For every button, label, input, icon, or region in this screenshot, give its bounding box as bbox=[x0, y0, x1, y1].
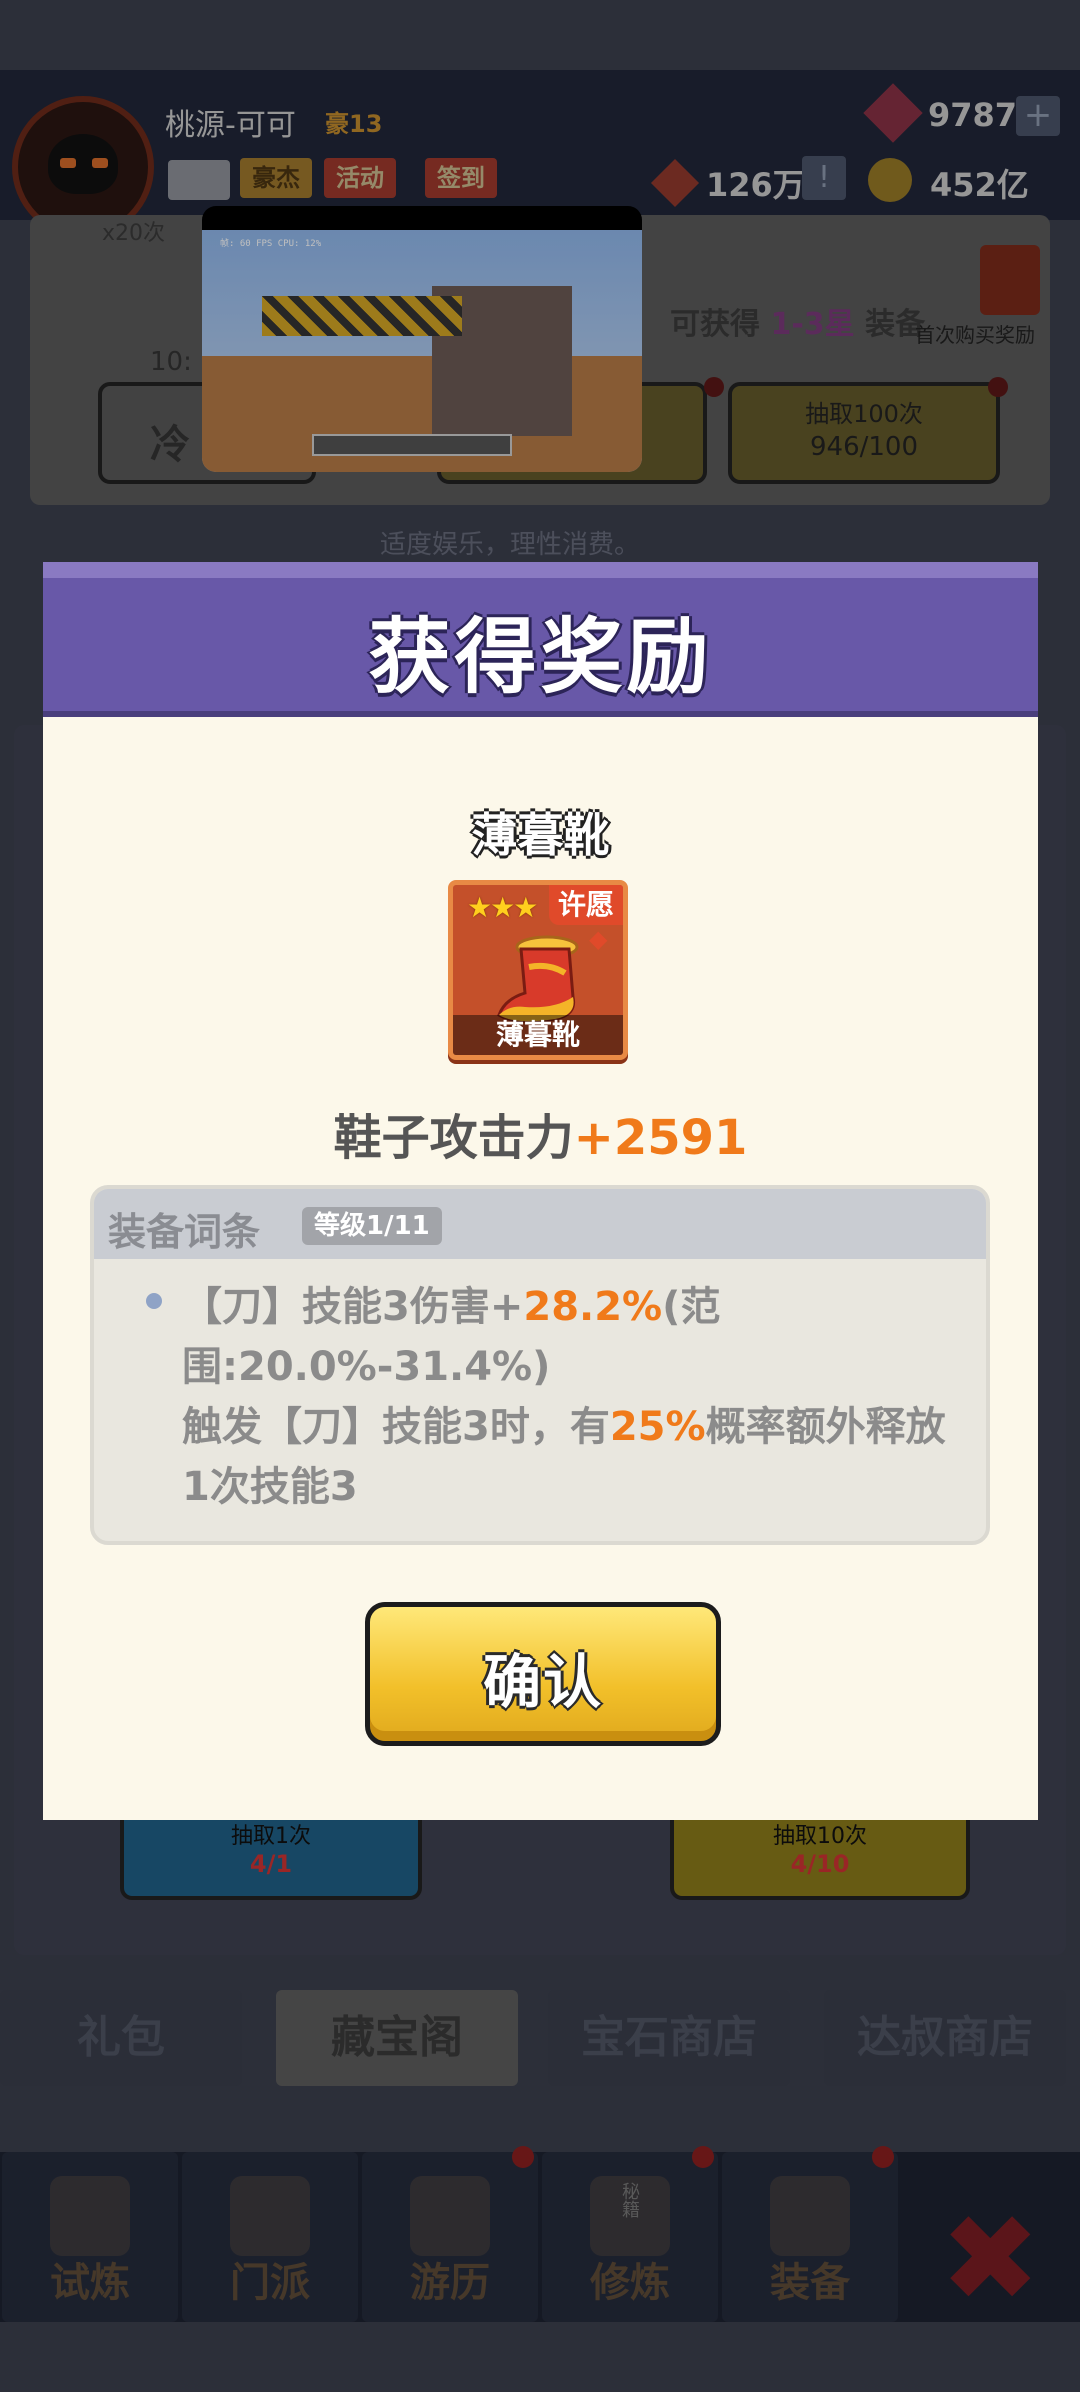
affix-value: 25% bbox=[609, 1404, 706, 1450]
reward-modal: 获得奖励 薄暮靴 ★★★ 许愿 ◆ 薄暮靴 鞋子攻击力+2591 装备词条 等级… bbox=[43, 562, 1038, 1820]
star-rating-icon: ★★★ bbox=[467, 891, 538, 924]
affix-part: 【刀】技能3伤害+ bbox=[182, 1284, 524, 1330]
affix-box: 装备词条 等级1/11 【刀】技能3伤害+28.2%(范围:20.0%-31.4… bbox=[90, 1185, 990, 1545]
stat-label: 鞋子攻击力 bbox=[333, 1110, 574, 1166]
item-card-label: 薄暮靴 bbox=[453, 1015, 623, 1055]
affix-description: 【刀】技能3伤害+28.2%(范围:20.0%-31.4%) 触发【刀】技能3时… bbox=[182, 1277, 972, 1517]
affix-part: 触发【刀】技能3时，有 bbox=[182, 1404, 610, 1450]
modal-header-lip bbox=[43, 562, 1038, 578]
confirm-label: 确认 bbox=[482, 1648, 603, 1716]
affix-title: 装备词条 bbox=[108, 1210, 261, 1254]
modal-title: 获得奖励 bbox=[368, 610, 713, 705]
item-card[interactable]: ★★★ 许愿 ◆ 薄暮靴 bbox=[448, 880, 628, 1060]
bullet-icon bbox=[146, 1293, 162, 1309]
stat-value: +2591 bbox=[573, 1110, 748, 1166]
stat-line: 鞋子攻击力+2591 bbox=[43, 1098, 1038, 1168]
affix-value: 28.2% bbox=[523, 1284, 663, 1330]
confirm-button[interactable]: 确认 bbox=[365, 1602, 721, 1746]
wish-badge: 许愿 bbox=[549, 885, 623, 925]
affix-level-badge: 等级1/11 bbox=[302, 1207, 442, 1245]
affix-header: 装备词条 等级1/11 bbox=[94, 1189, 986, 1259]
modal-header: 获得奖励 bbox=[43, 562, 1038, 717]
item-name: 薄暮靴 bbox=[471, 808, 610, 862]
